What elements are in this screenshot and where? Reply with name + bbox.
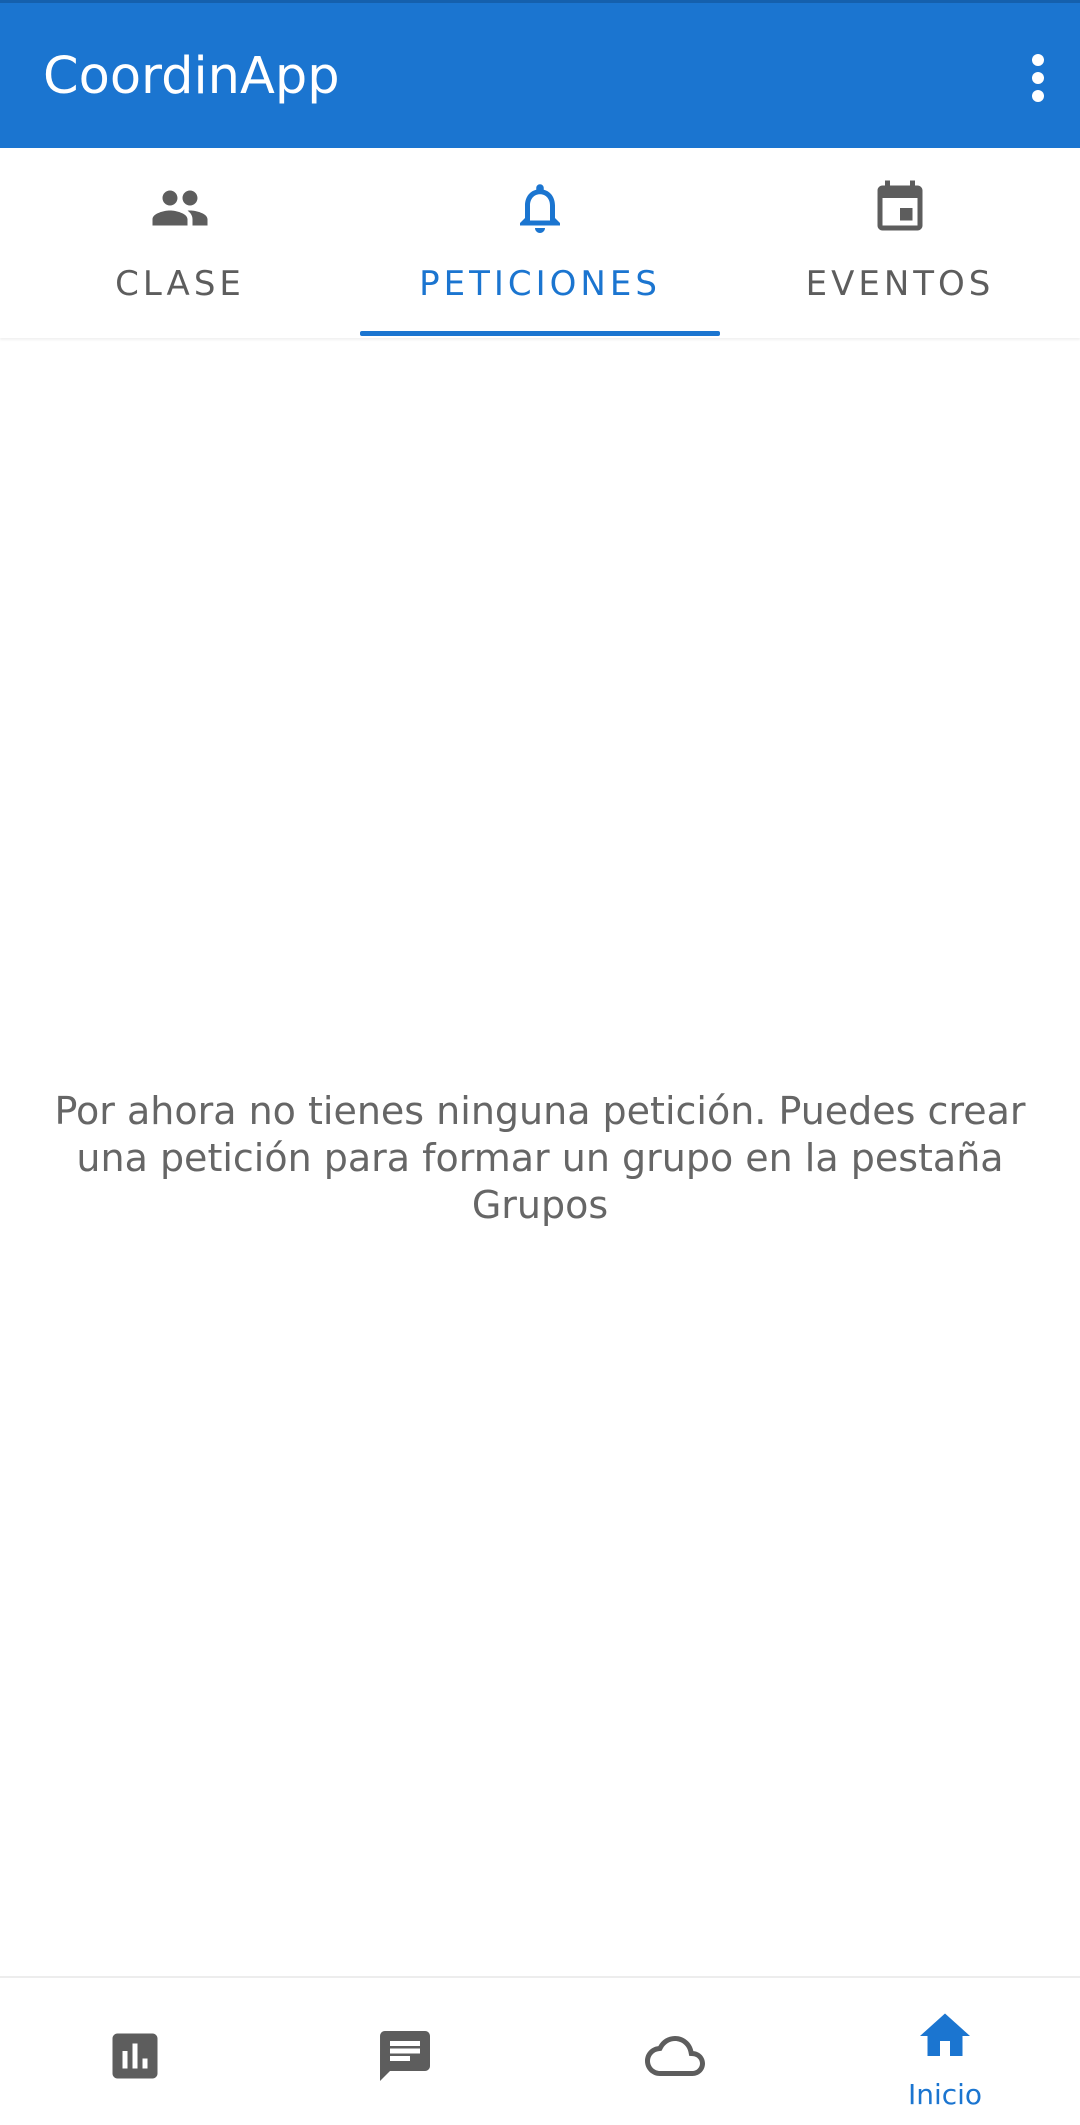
nav-item-inicio-label: Inicio (907, 2078, 983, 2111)
home-icon (920, 2013, 970, 2056)
bar-chart-icon (112, 2033, 158, 2079)
bell-icon (520, 184, 560, 233)
overflow-menu-button[interactable] (1006, 37, 1070, 117)
tab-eventos-label: EVENTOS (805, 264, 995, 304)
people-icon (152, 190, 208, 226)
tab-peticiones-label: PETICIONES (419, 264, 661, 304)
empty-state-message: Por ahora no tienes ninguna petición. Pu… (54, 1089, 1026, 1227)
nav-item-cloud[interactable] (540, 1978, 810, 2125)
chat-icon (380, 2031, 430, 2081)
active-tab-indicator (360, 331, 720, 336)
nav-item-chat[interactable] (270, 1978, 540, 2125)
tab-peticiones[interactable]: PETICIONES (360, 148, 720, 338)
bottom-navigation: Inicio (0, 1976, 1080, 2125)
nav-item-stats[interactable] (0, 1978, 270, 2125)
app-bar: CoordinApp (0, 0, 1080, 148)
tab-clase[interactable]: CLASE (0, 148, 360, 338)
calendar-icon (877, 180, 923, 231)
tab-bar: CLASE PETICIONES EVENTOS (0, 148, 1080, 338)
app-title: CoordinApp (43, 47, 340, 106)
app-root: CoordinApp CLASE PETICIONES EVENTOS Por … (0, 0, 1080, 2125)
tab-eventos[interactable]: EVENTOS (720, 148, 1080, 338)
nav-item-inicio[interactable]: Inicio (810, 1978, 1080, 2125)
more-vert-icon (1032, 54, 1044, 102)
tab-clase-label: CLASE (115, 264, 245, 304)
cloud-icon (645, 2036, 705, 2076)
